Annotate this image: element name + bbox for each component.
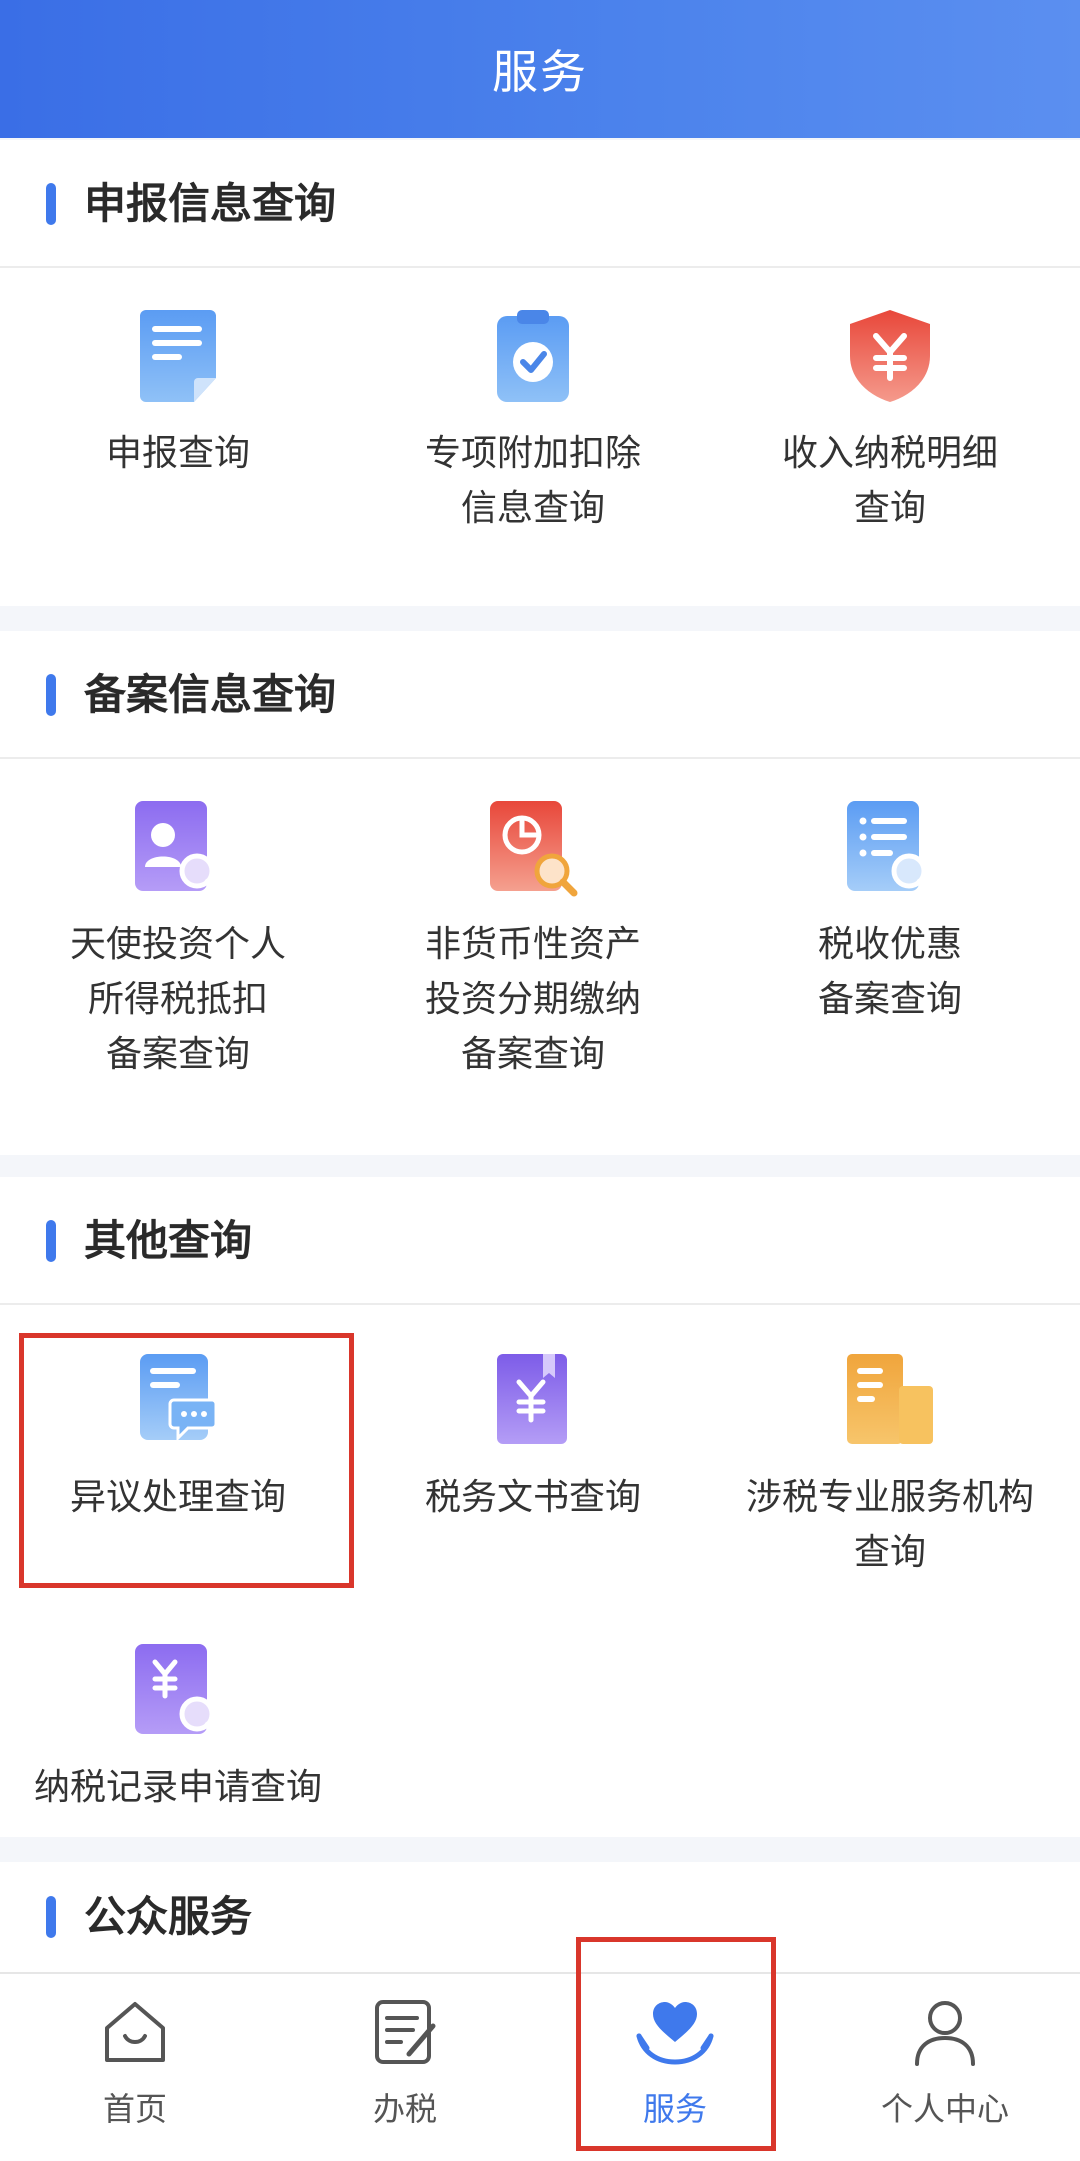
section-accent-bar xyxy=(46,183,56,225)
list-search-icon xyxy=(847,801,935,897)
bottom-tab-bar: 首页 办税 服务 个人中心 xyxy=(0,1972,1080,2161)
tab-label: 首页 xyxy=(102,2090,167,2128)
tab-tax-handling[interactable]: 办税 xyxy=(270,1974,540,2161)
service-tax-record-application-query[interactable]: 纳税记录申请查询 xyxy=(8,1642,348,1832)
yuan-book-icon xyxy=(497,1354,567,1444)
service-label: 所得税抵扣 xyxy=(87,979,268,1020)
section-declaration-query: 申报信息查询 申报查询 专项附加扣除 信息查询 收入纳税明细 查询 xyxy=(0,140,1080,606)
section-header: 备案信息查询 xyxy=(0,631,1080,759)
highlight-box-service-tab xyxy=(576,1937,776,2151)
pie-search-icon xyxy=(490,801,578,897)
service-tax-preference-filing-query[interactable]: 税收优惠 备案查询 xyxy=(720,799,1060,1119)
service-non-monetary-asset-filing-query[interactable]: 非货币性资产 投资分期缴纳 备案查询 xyxy=(363,799,703,1119)
section-title: 公众服务 xyxy=(84,1892,253,1941)
section-accent-bar xyxy=(46,1896,56,1938)
service-label: 信息查询 xyxy=(460,488,605,529)
highlight-box-objection-query xyxy=(19,1333,354,1588)
section-accent-bar xyxy=(46,1220,56,1262)
service-label: 收入纳税明细 xyxy=(781,433,998,474)
section-header: 公众服务 xyxy=(0,1862,1080,1972)
section-title: 备案信息查询 xyxy=(84,670,337,719)
service-label: 申报查询 xyxy=(105,433,250,474)
section-header: 申报信息查询 xyxy=(0,140,1080,268)
service-label: 备案查询 xyxy=(460,1034,605,1075)
section-filing-query: 备案信息查询 天使投资个人 所得税抵扣 备案查询 非货币性资产 投资分期缴纳 备… xyxy=(0,631,1080,1155)
service-label: 备案查询 xyxy=(817,979,962,1020)
service-label: 天使投资个人 xyxy=(69,924,286,965)
service-tax-agency-query[interactable]: 涉税专业服务机构 查询 xyxy=(720,1352,1060,1602)
clipboard-check-icon xyxy=(497,310,569,402)
yuan-shield-icon xyxy=(850,310,930,402)
service-label: 投资分期缴纳 xyxy=(424,979,641,1020)
tab-label: 办税 xyxy=(372,2090,437,2128)
service-label: 查询 xyxy=(853,488,926,529)
document-icon xyxy=(140,310,216,402)
building-icon xyxy=(847,1354,933,1444)
service-label: 涉税专业服务机构 xyxy=(745,1477,1034,1518)
tab-personal-center[interactable]: 个人中心 xyxy=(810,1974,1080,2161)
section-accent-bar xyxy=(46,674,56,716)
person-search-icon xyxy=(135,801,223,897)
user-icon xyxy=(915,2001,975,2066)
page-title: 服务 xyxy=(492,45,588,99)
service-label: 非货币性资产 xyxy=(424,924,641,965)
home-icon xyxy=(105,2002,165,2062)
edit-list-icon xyxy=(375,2000,436,2064)
service-income-tax-detail-query[interactable]: 收入纳税明细 查询 xyxy=(720,308,1060,558)
service-label: 税务文书查询 xyxy=(424,1477,641,1518)
service-label: 纳税记录申请查询 xyxy=(33,1767,322,1808)
service-special-deduction-query[interactable]: 专项附加扣除 信息查询 xyxy=(363,308,703,558)
section-public-service: 公众服务 xyxy=(0,1862,1080,1972)
section-header: 其他查询 xyxy=(0,1177,1080,1305)
service-label: 查询 xyxy=(853,1532,926,1573)
service-tax-document-query[interactable]: 税务文书查询 xyxy=(363,1352,703,1542)
service-label: 专项附加扣除 xyxy=(424,433,641,474)
tab-home[interactable]: 首页 xyxy=(0,1974,270,2161)
section-title: 其他查询 xyxy=(84,1216,253,1265)
service-label: 税收优惠 xyxy=(817,924,962,965)
service-angel-investment-filing-query[interactable]: 天使投资个人 所得税抵扣 备案查询 xyxy=(8,799,348,1119)
tab-label: 个人中心 xyxy=(880,2090,1009,2128)
service-declaration-query[interactable]: 申报查询 xyxy=(8,308,348,558)
yuan-search-icon xyxy=(135,1644,223,1740)
section-title: 申报信息查询 xyxy=(84,179,337,228)
service-label: 备案查询 xyxy=(105,1034,250,1075)
app-header: 服务 xyxy=(0,0,1080,138)
